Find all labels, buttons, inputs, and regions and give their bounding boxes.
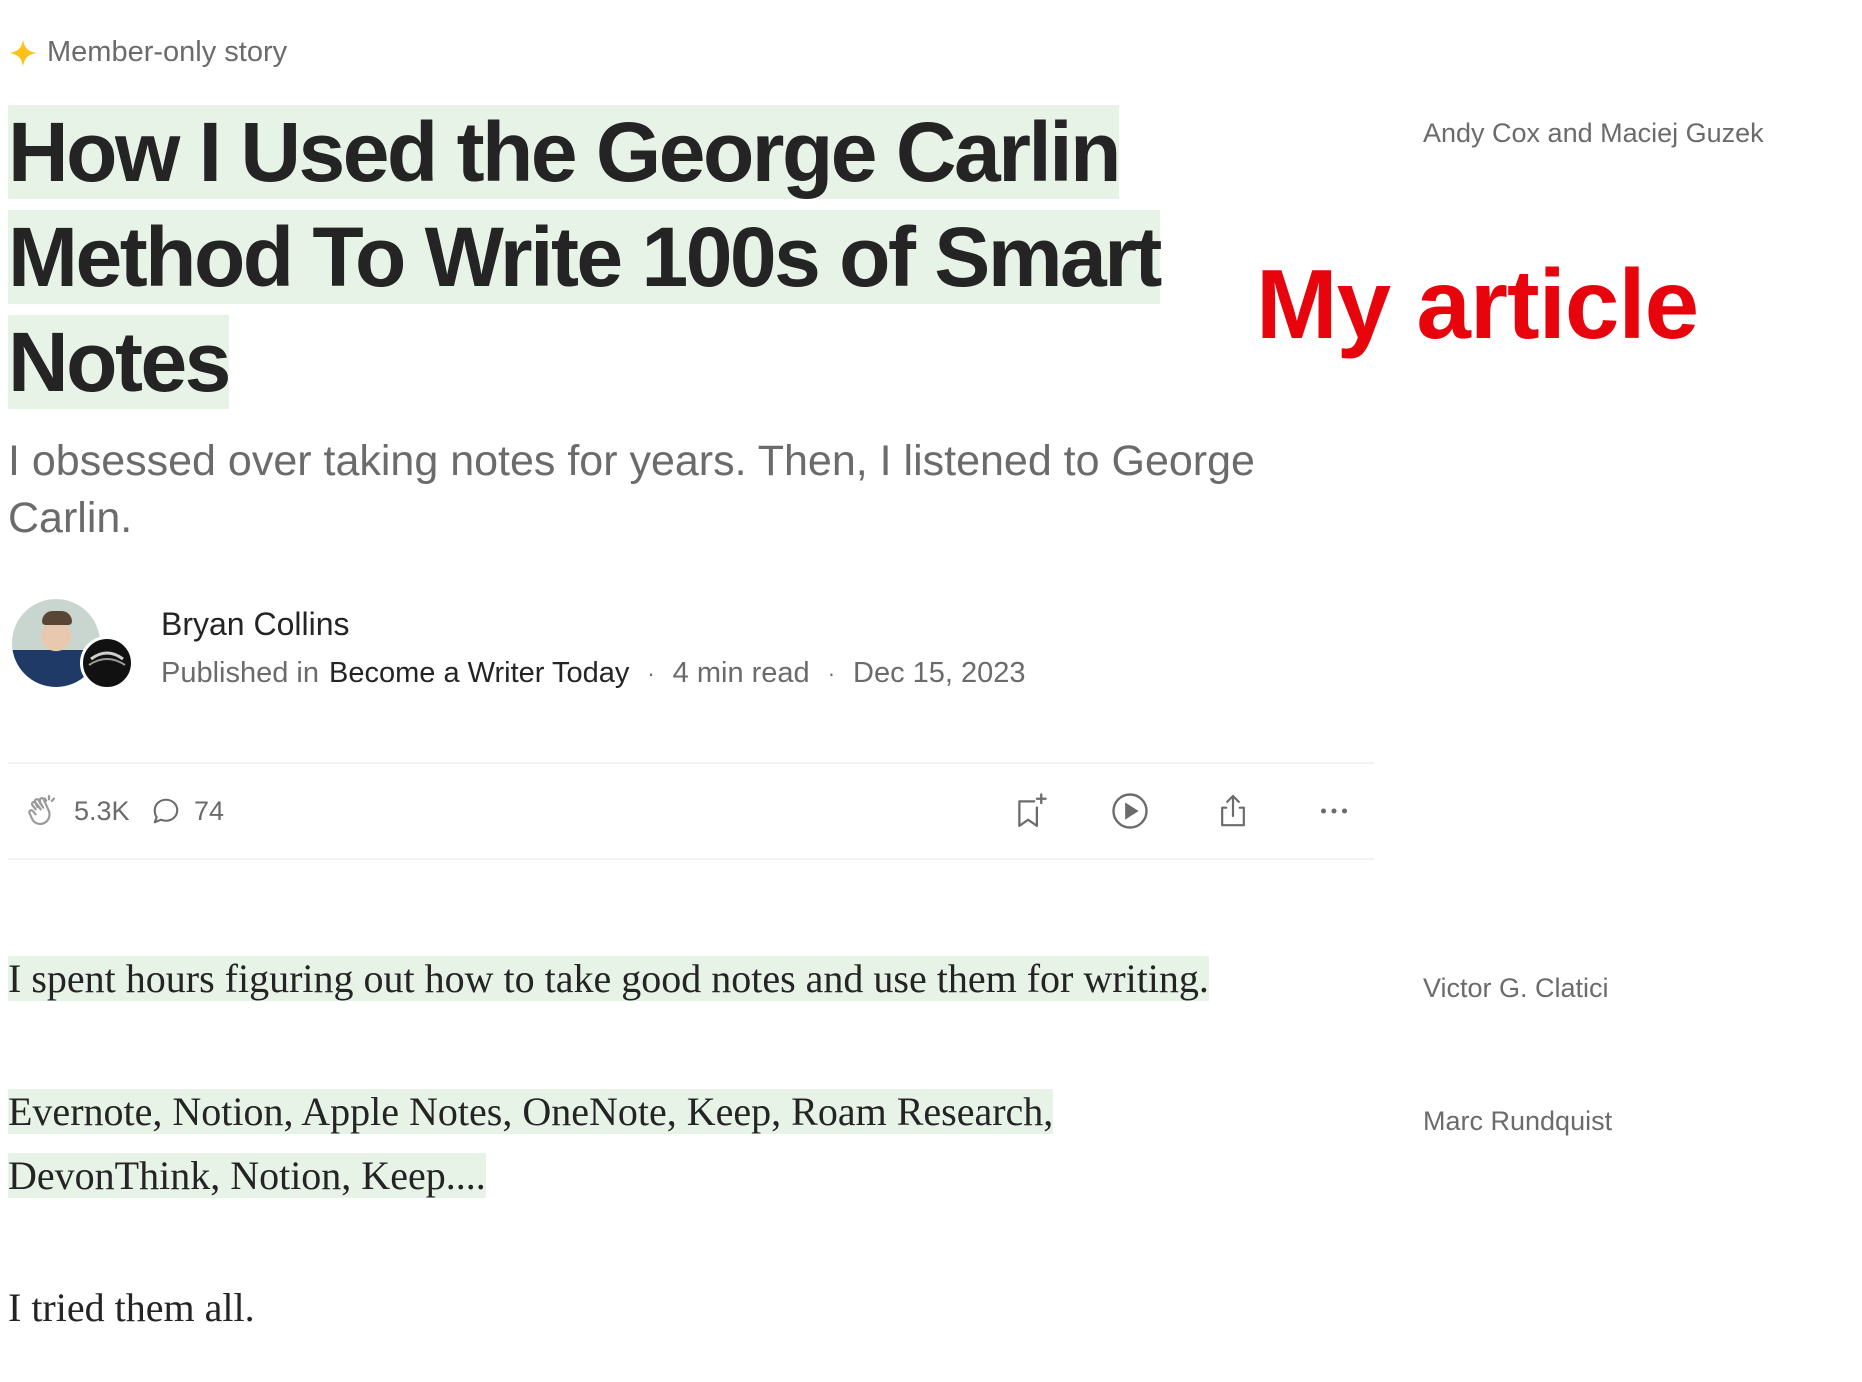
published-in-label: Published in bbox=[161, 657, 319, 689]
save-button[interactable] bbox=[1008, 764, 1050, 858]
clap-button[interactable]: 5.3K bbox=[24, 764, 130, 858]
clap-count: 5.3K bbox=[74, 795, 130, 826]
response-count: 74 bbox=[194, 795, 225, 826]
paragraph-highlight[interactable]: I spent hours figuring out how to take g… bbox=[8, 956, 1209, 1001]
read-time: 4 min read bbox=[672, 657, 810, 689]
member-only-label: Member-only story bbox=[47, 36, 288, 68]
annotation-label: My article bbox=[1256, 249, 1699, 359]
highlighter-name[interactable]: Andy Cox and Maciej Guzek bbox=[1423, 118, 1764, 149]
paragraph: I tried them all. bbox=[8, 1285, 255, 1330]
author-name[interactable]: Bryan Collins bbox=[161, 606, 350, 643]
comment-icon bbox=[153, 798, 179, 824]
article-action-bar: 5.3K 74 bbox=[8, 762, 1374, 860]
paragraph-highlight[interactable]: Evernote, Notion, Apple Notes, OneNote, … bbox=[8, 1089, 1054, 1198]
meta-separator: · bbox=[647, 660, 655, 686]
article-subtitle: I obsessed over taking notes for years. … bbox=[8, 437, 1255, 542]
member-only-badge: Member-only story bbox=[8, 36, 287, 69]
share-button[interactable] bbox=[1213, 764, 1253, 858]
article-title: How I Used the George Carlin Method To W… bbox=[8, 100, 1238, 415]
meta-separator: · bbox=[827, 660, 836, 686]
article-meta: Published in Become a Writer Today · 4 m… bbox=[161, 657, 1026, 690]
highlighter-name[interactable]: Marc Rundquist bbox=[1423, 1106, 1612, 1137]
responses-button[interactable]: 74 bbox=[148, 764, 224, 858]
share-icon bbox=[1221, 794, 1245, 827]
paragraph: Evernote, Notion, Apple Notes, OneNote, … bbox=[8, 1080, 1188, 1208]
listen-button[interactable] bbox=[1108, 764, 1152, 858]
publication-logo[interactable] bbox=[80, 636, 134, 690]
publish-date: Dec 15, 2023 bbox=[853, 657, 1026, 689]
paragraph: I spent hours figuring out how to take g… bbox=[8, 947, 1209, 1011]
highlighter-name[interactable]: Victor G. Clatici bbox=[1423, 973, 1609, 1004]
sparkle-icon bbox=[9, 38, 37, 67]
publication-link[interactable]: Become a Writer Today bbox=[329, 657, 629, 690]
more-icon bbox=[1320, 808, 1348, 814]
clap-icon bbox=[28, 794, 56, 826]
play-icon bbox=[1112, 793, 1148, 829]
title-highlight[interactable]: How I Used the George Carlin Method To W… bbox=[8, 105, 1162, 409]
more-button[interactable] bbox=[1316, 764, 1352, 858]
bookmark-add-icon bbox=[1018, 793, 1047, 828]
